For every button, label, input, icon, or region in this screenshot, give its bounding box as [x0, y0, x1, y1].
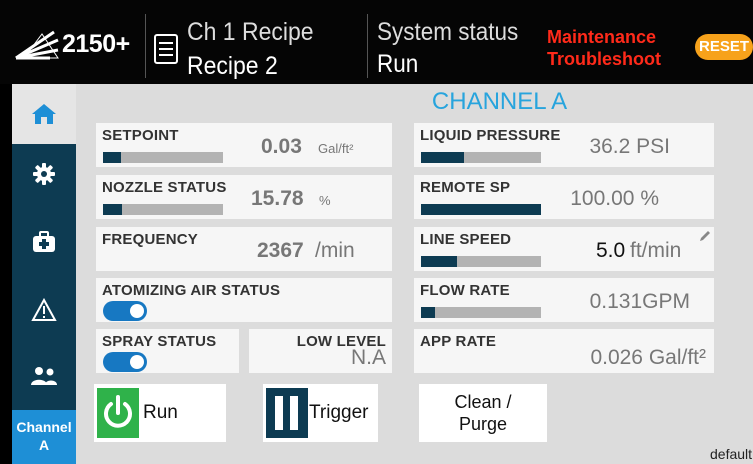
frequency-card: FREQUENCY 2367 /min [96, 227, 392, 271]
run-label: Run [143, 402, 178, 423]
system-status-value: Run [377, 50, 419, 78]
liquid-pressure-bar-fill [421, 152, 465, 163]
liquid-pressure-bar [421, 152, 541, 163]
flow-rate-bar [421, 307, 541, 318]
header-divider [367, 14, 368, 78]
reset-button[interactable]: RESET [695, 34, 753, 60]
liquid-pressure-card: LIQUID PRESSURE 36.2 PSI [414, 123, 714, 167]
nozzle-status-card: NOZZLE STATUS 15.78 % [96, 175, 392, 219]
channel-recipe-label: Ch 1 Recipe [187, 18, 314, 46]
frequency-value: 2367 [257, 239, 304, 262]
flow-rate-bar-fill [421, 307, 436, 318]
spray-status-card: SPRAY STATUS [96, 329, 239, 373]
atomizing-air-card: ATOMIZING AIR STATUS [96, 278, 392, 322]
sidebar-item-users[interactable] [12, 346, 76, 406]
troubleshoot-text: Troubleshoot [547, 49, 661, 69]
app-rate-label: APP RATE [420, 333, 497, 350]
system-status-label: System status [377, 18, 519, 46]
recipe-name[interactable]: Recipe 2 [187, 52, 278, 81]
model-name: 2150+ [62, 30, 130, 58]
nozzle-status-unit: % [319, 193, 331, 208]
remote-sp-card: REMOTE SP 100.00 % [414, 175, 714, 219]
channel-label: Channel [16, 419, 72, 435]
frequency-label: FREQUENCY [102, 231, 198, 248]
flow-rate-value: 0.131GPM [589, 290, 690, 313]
line-speed-label: LINE SPEED [420, 231, 512, 248]
app-rate-value: 0.026 Gal/ft² [590, 346, 706, 369]
purge-label: Purge [458, 414, 508, 434]
nozzle-status-value: 15.78 [251, 187, 304, 210]
app-rate-card: APP RATE 0.026 Gal/ft² [414, 329, 714, 373]
liquid-pressure-value: 36.2 PSI [589, 135, 670, 158]
setpoint-unit: Gal/ft² [318, 141, 354, 156]
header-divider [145, 14, 146, 78]
edit-pencil-icon[interactable] [699, 230, 711, 242]
trigger-button[interactable]: Trigger [263, 384, 378, 442]
nozzle-status-bar [103, 204, 223, 215]
run-button[interactable]: Run [94, 384, 226, 442]
channel-title: CHANNEL A [431, 88, 568, 115]
flow-rate-card: FLOW RATE 0.131GPM [414, 278, 714, 322]
setpoint-card[interactable]: SETPOINT 0.03 Gal/ft² [96, 123, 392, 167]
home-icon [32, 104, 56, 124]
sidebar-item-channel-a[interactable]: Channel A [12, 410, 76, 464]
spray-logo-icon [15, 30, 59, 60]
nozzle-status-bar-fill [103, 204, 123, 215]
setpoint-bar [103, 152, 223, 163]
atomizing-air-toggle[interactable] [103, 301, 147, 321]
recipe-list-icon[interactable] [154, 34, 178, 64]
line-speed-bar-fill [421, 256, 457, 267]
channel-letter: A [38, 437, 50, 453]
nozzle-status-label: NOZZLE STATUS [102, 179, 227, 196]
clean-label: Clean / [454, 392, 512, 412]
frequency-unit: /min [315, 239, 355, 262]
warning-icon [31, 298, 57, 321]
remote-sp-value: 100.00 % [570, 187, 659, 210]
atomizing-air-label: ATOMIZING AIR STATUS [102, 282, 281, 299]
users-icon [31, 367, 57, 385]
sidebar-item-settings[interactable] [12, 144, 76, 204]
line-speed-value: 5.0 [596, 239, 626, 262]
remote-sp-bar-fill [421, 204, 541, 215]
flow-rate-label: FLOW RATE [420, 282, 510, 299]
maintenance-text: Maintenance [547, 27, 657, 47]
pause-icon [275, 396, 298, 430]
line-speed-card[interactable]: LINE SPEED 5.0 ft/min [414, 227, 714, 271]
trigger-label: Trigger [309, 402, 369, 423]
spray-status-label: SPRAY STATUS [102, 333, 217, 350]
main-panel: CHANNEL A SETPOINT 0.03 Gal/ft² NOZZLE S… [76, 84, 753, 464]
power-icon [104, 395, 132, 428]
trigger-icon-bg [266, 388, 308, 438]
screen: 2150+ Ch 1 Recipe Recipe 2 System status… [0, 0, 753, 464]
sidebar-item-home[interactable] [12, 84, 76, 144]
setpoint-bar-fill [103, 152, 121, 163]
setpoint-value: 0.03 [261, 135, 302, 158]
liquid-pressure-label: LIQUID PRESSURE [420, 127, 561, 144]
remote-sp-label: REMOTE SP [420, 179, 511, 196]
line-speed-unit: ft/min [630, 239, 682, 262]
toggle-knob [130, 355, 144, 369]
line-speed-bar [421, 256, 541, 267]
remote-sp-bar [421, 204, 541, 215]
gear-icon [33, 163, 55, 185]
setpoint-label: SETPOINT [102, 127, 179, 144]
maintenance-alert[interactable]: Maintenance Troubleshoot [547, 26, 661, 70]
run-icon-bg [97, 388, 139, 438]
low-level-card: LOW LEVEL N.A [249, 329, 392, 373]
spray-status-toggle[interactable] [103, 352, 147, 372]
sidebar-item-alarms[interactable] [12, 280, 76, 340]
toggle-knob [130, 304, 144, 318]
default-label: default [710, 446, 753, 462]
sidebar: Channel A [12, 84, 76, 464]
sidebar-item-toolbox[interactable] [12, 212, 76, 272]
low-level-value: N.A [350, 346, 386, 369]
top-header: 2150+ Ch 1 Recipe Recipe 2 System status… [0, 0, 753, 84]
clean-purge-button[interactable]: Clean / Purge [419, 384, 547, 442]
toolbox-icon [33, 231, 55, 252]
